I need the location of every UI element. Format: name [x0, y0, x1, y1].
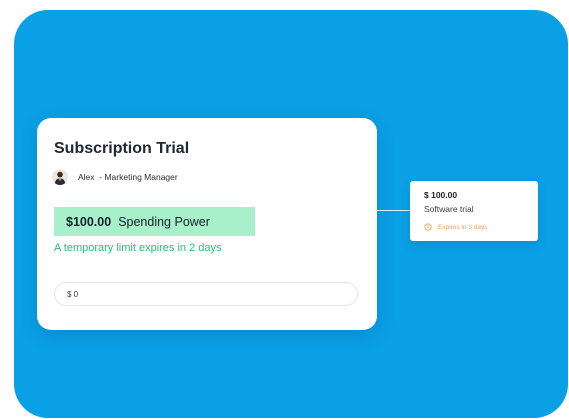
user-role: - Marketing Manager — [99, 172, 178, 182]
avatar — [52, 169, 68, 185]
user-row: Alex - Marketing Manager — [52, 167, 178, 187]
clock-icon — [424, 218, 432, 236]
trial-expiry-text: Expires in 3 days — [438, 223, 488, 231]
user-info: Alex - Marketing Manager — [78, 172, 178, 182]
limit-expiry-note: A temporary limit expires in 2 days — [54, 242, 222, 254]
amount-input[interactable] — [54, 282, 358, 306]
trial-label: Software trial — [424, 204, 474, 214]
spending-label: Spending Power — [118, 214, 210, 229]
page-frame: Subscription Trial Alex - Marketing Mana… — [0, 0, 569, 419]
connector-line — [377, 210, 410, 211]
card-title: Subscription Trial — [54, 140, 190, 157]
spending-power-badge: $100.00 Spending Power — [54, 207, 255, 236]
subscription-card: Subscription Trial Alex - Marketing Mana… — [37, 118, 377, 330]
trial-expiry: Expires in 3 days — [424, 222, 488, 232]
user-name: Alex — [78, 172, 95, 182]
trial-amount: $ 100.00 — [424, 190, 458, 200]
spending-amount: $100.00 — [66, 214, 112, 229]
software-trial-card[interactable]: $ 100.00 Software trial Expires in 3 day… — [410, 181, 538, 241]
